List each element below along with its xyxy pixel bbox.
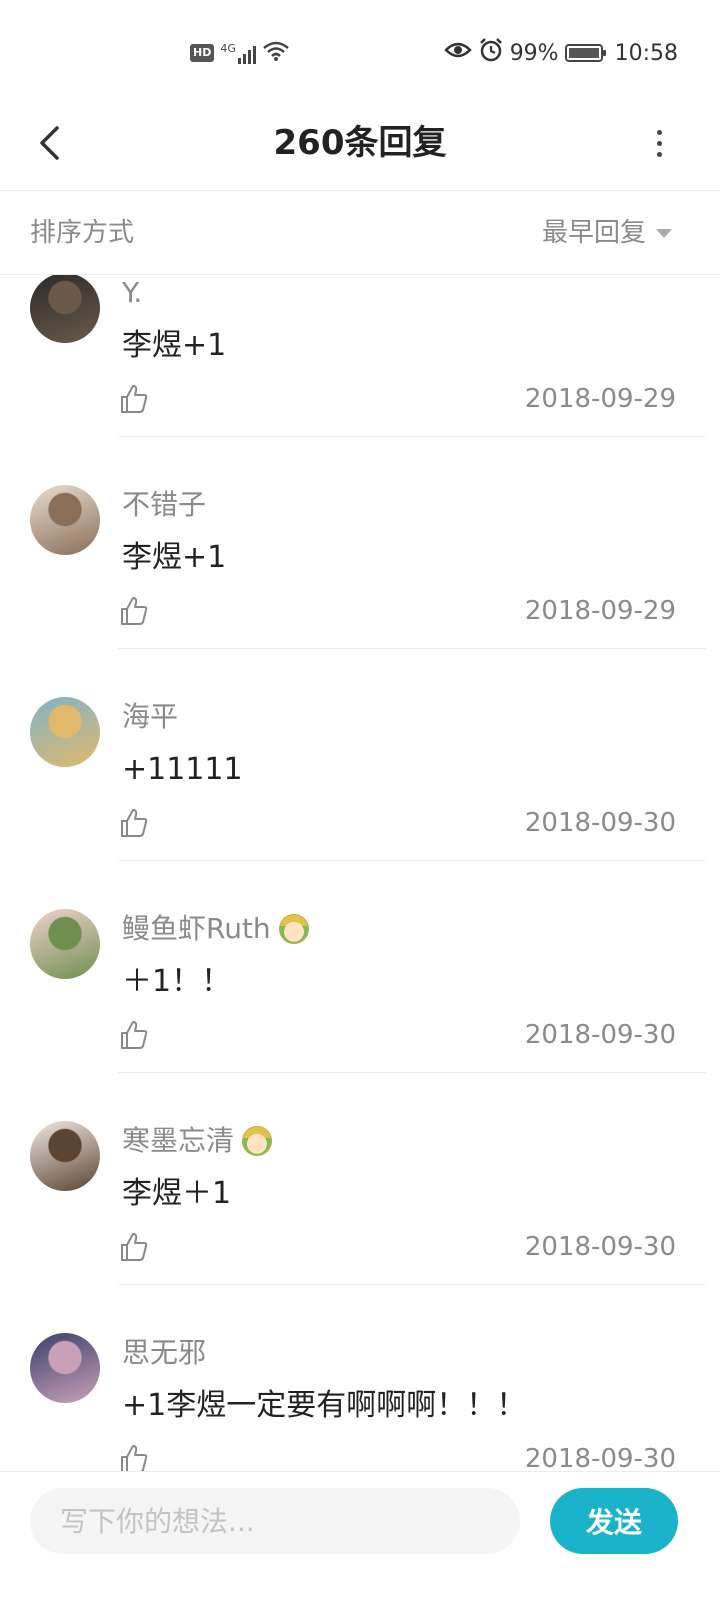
battery-icon <box>564 44 606 62</box>
sort-label: 排序方式 <box>30 218 135 248</box>
username[interactable]: 思无邪 <box>122 1333 206 1373</box>
avatar[interactable] <box>30 909 100 979</box>
divider <box>118 1072 706 1073</box>
avatar[interactable] <box>30 1121 100 1191</box>
username[interactable]: Y. <box>122 275 142 313</box>
comment-date: 2018-09-30 <box>524 808 676 838</box>
status-right: 99% 10:58 <box>443 37 678 69</box>
username[interactable]: 海平 <box>122 697 178 737</box>
avatar[interactable] <box>30 485 100 555</box>
comment-date: 2018-09-30 <box>524 1444 676 1471</box>
comment-date: 2018-09-29 <box>524 384 676 414</box>
like-icon[interactable] <box>118 807 150 839</box>
comment-input-bar: 发送 <box>0 1471 720 1601</box>
send-button[interactable]: 发送 <box>550 1488 678 1554</box>
avatar[interactable] <box>30 275 100 343</box>
more-vertical-icon <box>656 129 662 135</box>
caret-down-icon <box>656 228 672 238</box>
alarm-icon <box>478 37 504 69</box>
status-bar: HD 4G 99% 10:58 <box>0 0 720 100</box>
username[interactable]: 不错子 <box>122 485 206 525</box>
comment-item[interactable]: 鳗鱼虾Ruth ＋1！！ 2018-09-30 <box>0 909 720 1121</box>
comment-date: 2018-09-30 <box>524 1232 676 1262</box>
divider <box>118 436 706 437</box>
sort-selected-value: 最早回复 <box>541 218 646 248</box>
username-text: 不错子 <box>122 488 207 521</box>
comment-text: +1李煜一定要有啊啊啊！！！ <box>122 1388 527 1423</box>
username-text: 思无邪 <box>122 1336 207 1369</box>
comment-text: 李煜+1 <box>122 540 227 575</box>
battery-percent: 99% <box>509 40 559 66</box>
like-icon[interactable] <box>118 1443 150 1471</box>
like-icon[interactable] <box>118 1019 150 1051</box>
comment-date: 2018-09-30 <box>524 1020 676 1050</box>
sort-bar: 排序方式 最早回复 <box>0 191 720 275</box>
more-button[interactable] <box>644 118 674 168</box>
comment-text: +11111 <box>122 752 243 787</box>
username[interactable]: 寒墨忘清 <box>122 1121 273 1161</box>
avatar[interactable] <box>30 697 100 767</box>
signal-icon: 4G <box>220 42 256 64</box>
hd-icon: HD <box>190 44 215 62</box>
comment-item[interactable]: 思无邪 +1李煜一定要有啊啊啊！！！ 2018-09-30 <box>0 1333 720 1471</box>
comment-text: ＋1！！ <box>122 964 232 999</box>
eye-icon <box>443 40 472 66</box>
like-icon[interactable] <box>118 595 150 627</box>
username[interactable]: 鳗鱼虾Ruth <box>122 909 309 949</box>
comment-date: 2018-09-29 <box>524 596 676 626</box>
username-text: Y. <box>122 276 143 309</box>
comment-input[interactable] <box>30 1488 520 1554</box>
comment-text: 李煜＋1 <box>122 1176 232 1211</box>
wifi-icon <box>262 40 290 66</box>
comment-item[interactable]: Y. 李煜+1 2018-09-29 <box>0 275 720 485</box>
divider <box>118 860 706 861</box>
comment-item[interactable]: 寒墨忘清李煜＋1 2018-09-30 <box>0 1121 720 1333</box>
like-icon[interactable] <box>118 1231 150 1263</box>
page-title: 260条回复 <box>273 123 447 163</box>
title-bar: 260条回复 <box>0 100 720 191</box>
status-left: HD 4G <box>190 38 290 68</box>
network-type-label: 4G <box>220 42 236 55</box>
comment-list[interactable]: Y. 李煜+1 2018-09-29 不错子 李煜+1 2018-09-29 海平 +1111… <box>0 275 720 1471</box>
username-text: 寒墨忘清 <box>122 1124 235 1157</box>
comment-text: 李煜+1 <box>122 328 227 363</box>
like-icon[interactable] <box>118 383 150 415</box>
clock: 10:58 <box>614 40 678 66</box>
avatar[interactable] <box>30 1333 100 1403</box>
divider <box>118 648 706 649</box>
comment-item[interactable]: 海平 +11111 2018-09-30 <box>0 697 720 909</box>
sort-dropdown[interactable]: 最早回复 <box>542 215 672 251</box>
username-text: 海平 <box>122 700 179 733</box>
username-text: 鳗鱼虾Ruth <box>122 912 271 945</box>
divider <box>118 1284 706 1285</box>
user-badge-icon <box>242 1126 273 1156</box>
comment-item[interactable]: 不错子李煜+1 2018-09-29 <box>0 485 720 697</box>
user-badge-icon <box>278 914 309 944</box>
